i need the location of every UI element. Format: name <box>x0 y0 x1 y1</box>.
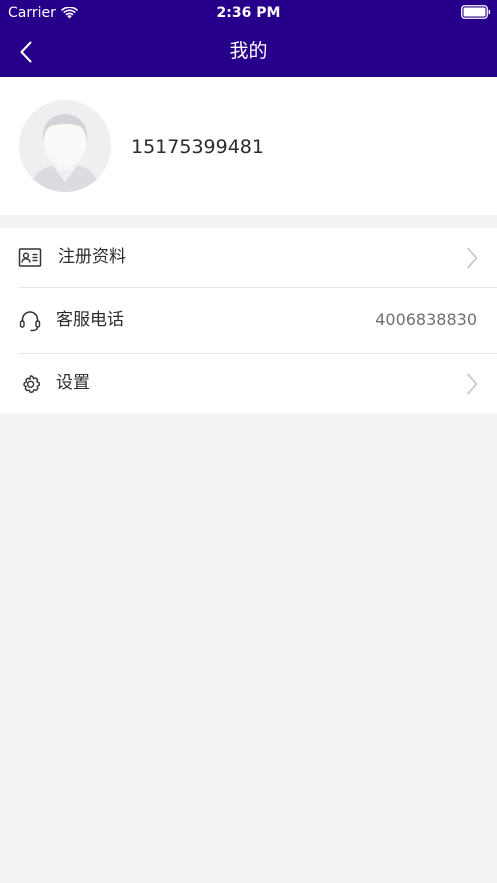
menu-item-label: 客服电话 <box>56 310 124 330</box>
status-time: 2:36 PM <box>216 5 281 21</box>
menu-item-label: 注册资料 <box>58 247 126 267</box>
headset-icon <box>19 311 41 332</box>
menu-item-customer-service[interactable]: 客服电话 4006838830 <box>0 288 497 353</box>
gear-icon <box>23 375 41 393</box>
battery-icon <box>461 5 491 19</box>
id-card-icon <box>18 248 42 267</box>
page-title: 我的 <box>229 40 268 62</box>
menu-item-registration-info[interactable]: 注册资料 <box>0 228 497 287</box>
profile-card[interactable]: 15175399481 <box>0 77 497 215</box>
navigation-bar: 我的 <box>0 26 497 77</box>
status-bar: Carrier 2:36 PM <box>0 0 497 26</box>
settings-menu: 注册资料 客服电话 4006838830 设置 <box>0 228 497 413</box>
app-header: Carrier 2:36 PM 我的 <box>0 0 497 77</box>
chevron-right-icon <box>467 247 478 269</box>
customer-service-phone[interactable]: 4006838830 <box>375 308 477 332</box>
default-avatar-icon <box>19 100 111 192</box>
avatar[interactable] <box>19 100 111 192</box>
menu-item-settings[interactable]: 设置 <box>0 354 497 413</box>
menu-item-label: 设置 <box>56 373 90 393</box>
user-phone-number: 15175399481 <box>131 136 264 158</box>
chevron-right-icon <box>467 373 478 395</box>
